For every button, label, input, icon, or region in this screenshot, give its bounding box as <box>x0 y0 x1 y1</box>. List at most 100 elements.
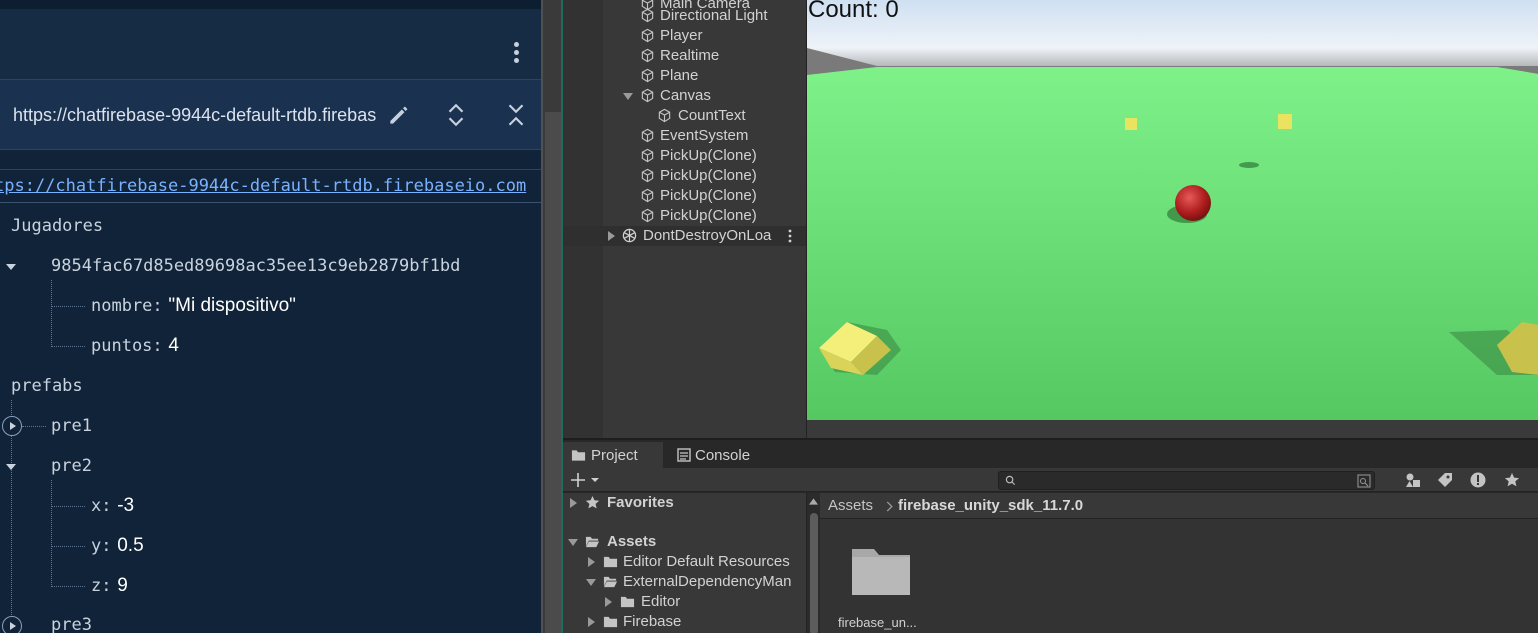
favorite-star-icon[interactable] <box>1504 472 1520 488</box>
tree-line <box>51 586 85 587</box>
field-key: z: <box>91 576 112 596</box>
panel-tabs: Project Console <box>563 442 1538 468</box>
expand-node-icon[interactable] <box>2 616 22 633</box>
pickup-cube <box>1278 114 1292 129</box>
hierarchy-item[interactable]: EventSystem <box>563 126 806 146</box>
project-assets-view: Assets firebase_unity_sdk_11.7.0 firebas… <box>820 493 1538 633</box>
field-y[interactable]: y: 0.5 <box>91 535 144 557</box>
game-view[interactable]: Count: 0 <box>806 0 1538 420</box>
tab-console[interactable]: Console <box>667 442 767 468</box>
fold-arrow-icon[interactable] <box>570 498 577 508</box>
tree-item-external-dependency-manager[interactable]: ExternalDependencyMan <box>563 572 806 592</box>
node-jugadores[interactable]: Jugadores <box>11 216 103 236</box>
more-options-icon[interactable] <box>785 229 795 243</box>
expand-node-icon[interactable] <box>2 416 22 436</box>
hierarchy-item-canvas[interactable]: Canvas <box>563 86 806 106</box>
gameobject-cube-icon <box>641 68 654 83</box>
fold-arrow-icon[interactable] <box>568 539 578 546</box>
warning-icon[interactable] <box>1470 472 1486 488</box>
hierarchy-item[interactable]: Realtime <box>563 46 806 66</box>
hierarchy-item[interactable]: PickUp(Clone) <box>563 166 806 186</box>
tree-item-firebase[interactable]: Firebase <box>563 612 806 632</box>
breadcrumb-current[interactable]: firebase_unity_sdk_11.7.0 <box>898 497 1083 514</box>
edit-pencil-icon[interactable] <box>386 102 412 128</box>
panel-scrollbar[interactable] <box>541 0 563 633</box>
gameobject-cube-icon <box>641 208 654 223</box>
tree-line <box>51 546 85 547</box>
hierarchy-scene-dontdestroyonload[interactable]: DontDestroyOnLoa <box>563 226 806 246</box>
tree-item-editor-default-resources[interactable]: Editor Default Resources <box>563 552 806 572</box>
hierarchy-item[interactable]: Directional Light <box>563 6 806 26</box>
field-z[interactable]: z: 9 <box>91 575 128 597</box>
filter-by-type-icon[interactable] <box>1405 472 1421 488</box>
fold-arrow-icon[interactable] <box>588 557 595 567</box>
node-pre1[interactable]: pre1 <box>51 416 92 436</box>
tree-line <box>22 426 46 427</box>
fold-arrow-icon[interactable] <box>586 579 596 586</box>
node-pre3[interactable]: pre3 <box>51 615 92 633</box>
field-nombre[interactable]: nombre: "Mi dispositivo" <box>91 295 296 317</box>
field-puntos[interactable]: puntos: 4 <box>91 335 179 357</box>
ground-plane <box>807 67 1538 420</box>
hierarchy-item[interactable]: Player <box>563 26 806 46</box>
tab-project[interactable]: Project <box>563 442 663 468</box>
hierarchy-item[interactable]: CountText <box>563 106 806 126</box>
hierarchy-item[interactable]: PickUp(Clone) <box>563 206 806 226</box>
tree-scrollbar[interactable] <box>806 493 820 633</box>
fold-arrow-icon[interactable] <box>588 617 595 627</box>
scrollbar-thumb[interactable] <box>545 112 561 633</box>
console-icon <box>677 448 691 462</box>
fold-arrow-icon[interactable] <box>623 93 633 100</box>
divider <box>0 202 541 203</box>
top-strip <box>0 0 541 9</box>
chevron-right-icon <box>886 501 893 512</box>
collapse-arrow-icon[interactable] <box>6 464 16 470</box>
field-key: puntos: <box>91 336 163 356</box>
hierarchy-item[interactable]: Plane <box>563 66 806 86</box>
field-key: nombre: <box>91 296 163 316</box>
folder-asset-icon[interactable] <box>850 545 912 597</box>
gameobject-cube-icon <box>641 168 654 183</box>
scrollbar-thumb[interactable] <box>810 513 818 633</box>
tree-item-assets[interactable]: Assets <box>563 532 806 552</box>
field-x[interactable]: x: -3 <box>91 495 134 517</box>
gameobject-cube-icon <box>641 28 654 43</box>
add-create-icon[interactable] <box>571 472 599 488</box>
filter-by-label-icon[interactable] <box>1437 472 1453 488</box>
database-url-bar: https://chatfirebase-9944c-default-rtdb.… <box>0 80 541 150</box>
project-panel: Project Console Favorites Assets Editor … <box>563 438 1538 633</box>
breadcrumb-assets[interactable]: Assets <box>828 497 873 514</box>
screen: https://chatfirebase-9944c-default-rtdb.… <box>0 0 1538 633</box>
pickup-shadow <box>1239 162 1259 168</box>
database-root-link[interactable]: tps://chatfirebase-9944c-default-rtdb.fi… <box>0 176 526 196</box>
scroll-up-icon[interactable] <box>809 498 818 505</box>
more-options-icon[interactable] <box>508 42 524 66</box>
asset-label: firebase_un... <box>838 615 917 630</box>
collapse-all-icon[interactable] <box>503 102 529 128</box>
field-value: "Mi dispositivo" <box>168 295 296 316</box>
search-input[interactable] <box>998 471 1375 490</box>
tree-item-editor[interactable]: Editor <box>563 592 806 612</box>
search-icon <box>1005 475 1016 486</box>
hierarchy-item[interactable]: PickUp(Clone) <box>563 146 806 166</box>
unity-scene-icon <box>622 228 637 243</box>
field-key: y: <box>91 536 112 556</box>
fold-arrow-icon[interactable] <box>608 231 615 241</box>
tree-line <box>51 280 52 347</box>
project-folder-tree: Favorites Assets Editor Default Resource… <box>563 493 806 633</box>
collapse-arrow-icon[interactable] <box>6 264 16 270</box>
firebase-realtime-db-panel: https://chatfirebase-9944c-default-rtdb.… <box>0 0 541 633</box>
tree-line <box>51 346 85 347</box>
fold-arrow-icon[interactable] <box>605 597 612 607</box>
field-value: -3 <box>117 495 135 516</box>
count-text: Count: 0 <box>808 0 899 23</box>
node-pre2[interactable]: pre2 <box>51 456 92 476</box>
node-prefabs[interactable]: prefabs <box>11 376 83 396</box>
tree-item-favorites[interactable]: Favorites <box>563 493 806 513</box>
hierarchy-item[interactable]: PickUp(Clone) <box>563 186 806 206</box>
node-player-id[interactable]: 9854fac67d85ed89698ac35ee13c9eb2879bf1bd <box>51 256 460 276</box>
search-by-type-icon[interactable] <box>1357 474 1371 488</box>
database-url: https://chatfirebase-9944c-default-rtdb.… <box>13 105 377 125</box>
expand-all-icon[interactable] <box>443 102 469 128</box>
project-toolbar <box>563 468 1538 492</box>
